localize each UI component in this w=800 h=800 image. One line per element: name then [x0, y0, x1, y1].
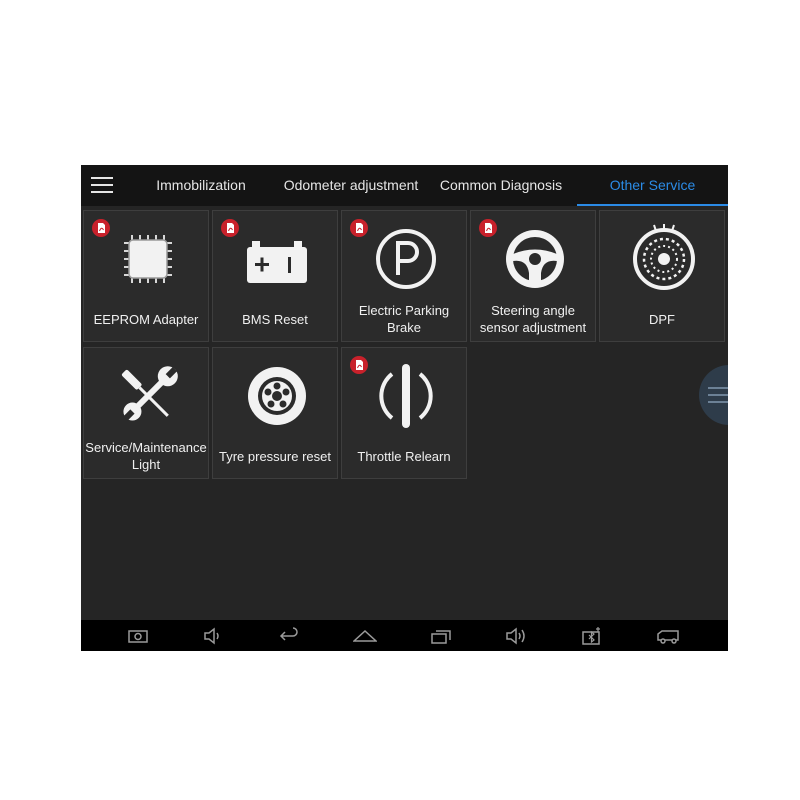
side-drawer-handle[interactable] [699, 365, 728, 425]
tile-label: Steering angle sensor adjustment [479, 303, 587, 335]
tile-label: DPF [649, 311, 675, 327]
back-icon[interactable] [277, 626, 301, 646]
tile-label: BMS Reset [242, 311, 308, 327]
tile-label: Service/Maintenance Light [85, 440, 207, 472]
tile-label: Electric Parking Brake [358, 303, 450, 335]
wrench-screwdriver-icon [121, 366, 178, 421]
tile-electric-parking-brake[interactable]: Electric Parking Brake [341, 210, 467, 342]
tile-tyre-pressure-reset[interactable]: Tyre pressure reset [212, 347, 338, 479]
tab-label: Odometer adjustment [283, 177, 419, 193]
pdf-icon[interactable] [479, 219, 497, 237]
tile-bms-reset[interactable]: BMS Reset [212, 210, 338, 342]
menu-icon[interactable] [91, 176, 113, 194]
pdf-icon[interactable] [221, 219, 239, 237]
tile-dpf[interactable]: DPF [599, 210, 725, 342]
tab-label: Common Diagnosis [439, 177, 563, 193]
battery-icon [247, 241, 307, 283]
pdf-icon[interactable] [350, 219, 368, 237]
tab-bar: Immobilization Odometer adjustment Commo… [81, 165, 728, 206]
tyre-icon [248, 367, 306, 425]
tab-other-service[interactable]: Other Service [577, 165, 728, 206]
system-nav-bar [81, 620, 728, 651]
tab-common-diagnosis[interactable]: Common Diagnosis [436, 165, 566, 206]
tab-label: Immobilization [156, 177, 246, 193]
volume-down-icon[interactable] [201, 626, 225, 646]
dpf-filter-icon [633, 224, 695, 290]
parking-brake-icon [376, 229, 436, 289]
tile-throttle-relearn[interactable]: Throttle Relearn [341, 347, 467, 479]
tile-eeprom-adapter[interactable]: EEPROM Adapter [83, 210, 209, 342]
tile-label: EEPROM Adapter [93, 311, 199, 327]
tile-service-maintenance-light[interactable]: Service/Maintenance Light [83, 347, 209, 479]
tab-odometer-adjustment[interactable]: Odometer adjustment [276, 165, 426, 206]
throttle-icon [379, 364, 433, 428]
steering-wheel-icon [506, 230, 564, 288]
app-screen: Immobilization Odometer adjustment Commo… [81, 165, 728, 651]
home-icon[interactable] [353, 626, 377, 646]
tab-label: Other Service [609, 177, 696, 193]
volume-up-icon[interactable] [504, 626, 528, 646]
tile-label: Tyre pressure reset [219, 448, 331, 464]
tab-immobilization[interactable]: Immobilization [141, 165, 261, 206]
pdf-icon[interactable] [350, 356, 368, 374]
tile-steering-angle-sensor[interactable]: Steering angle sensor adjustment [470, 210, 596, 342]
chip-icon [124, 235, 172, 283]
active-tab-indicator [577, 204, 728, 206]
screenshot-icon[interactable] [126, 626, 150, 646]
tile-label: Throttle Relearn [357, 448, 451, 464]
recent-apps-icon[interactable] [429, 626, 453, 646]
bluetooth-icon[interactable] [580, 626, 604, 646]
vehicle-icon[interactable] [656, 626, 680, 646]
pdf-icon[interactable] [92, 219, 110, 237]
